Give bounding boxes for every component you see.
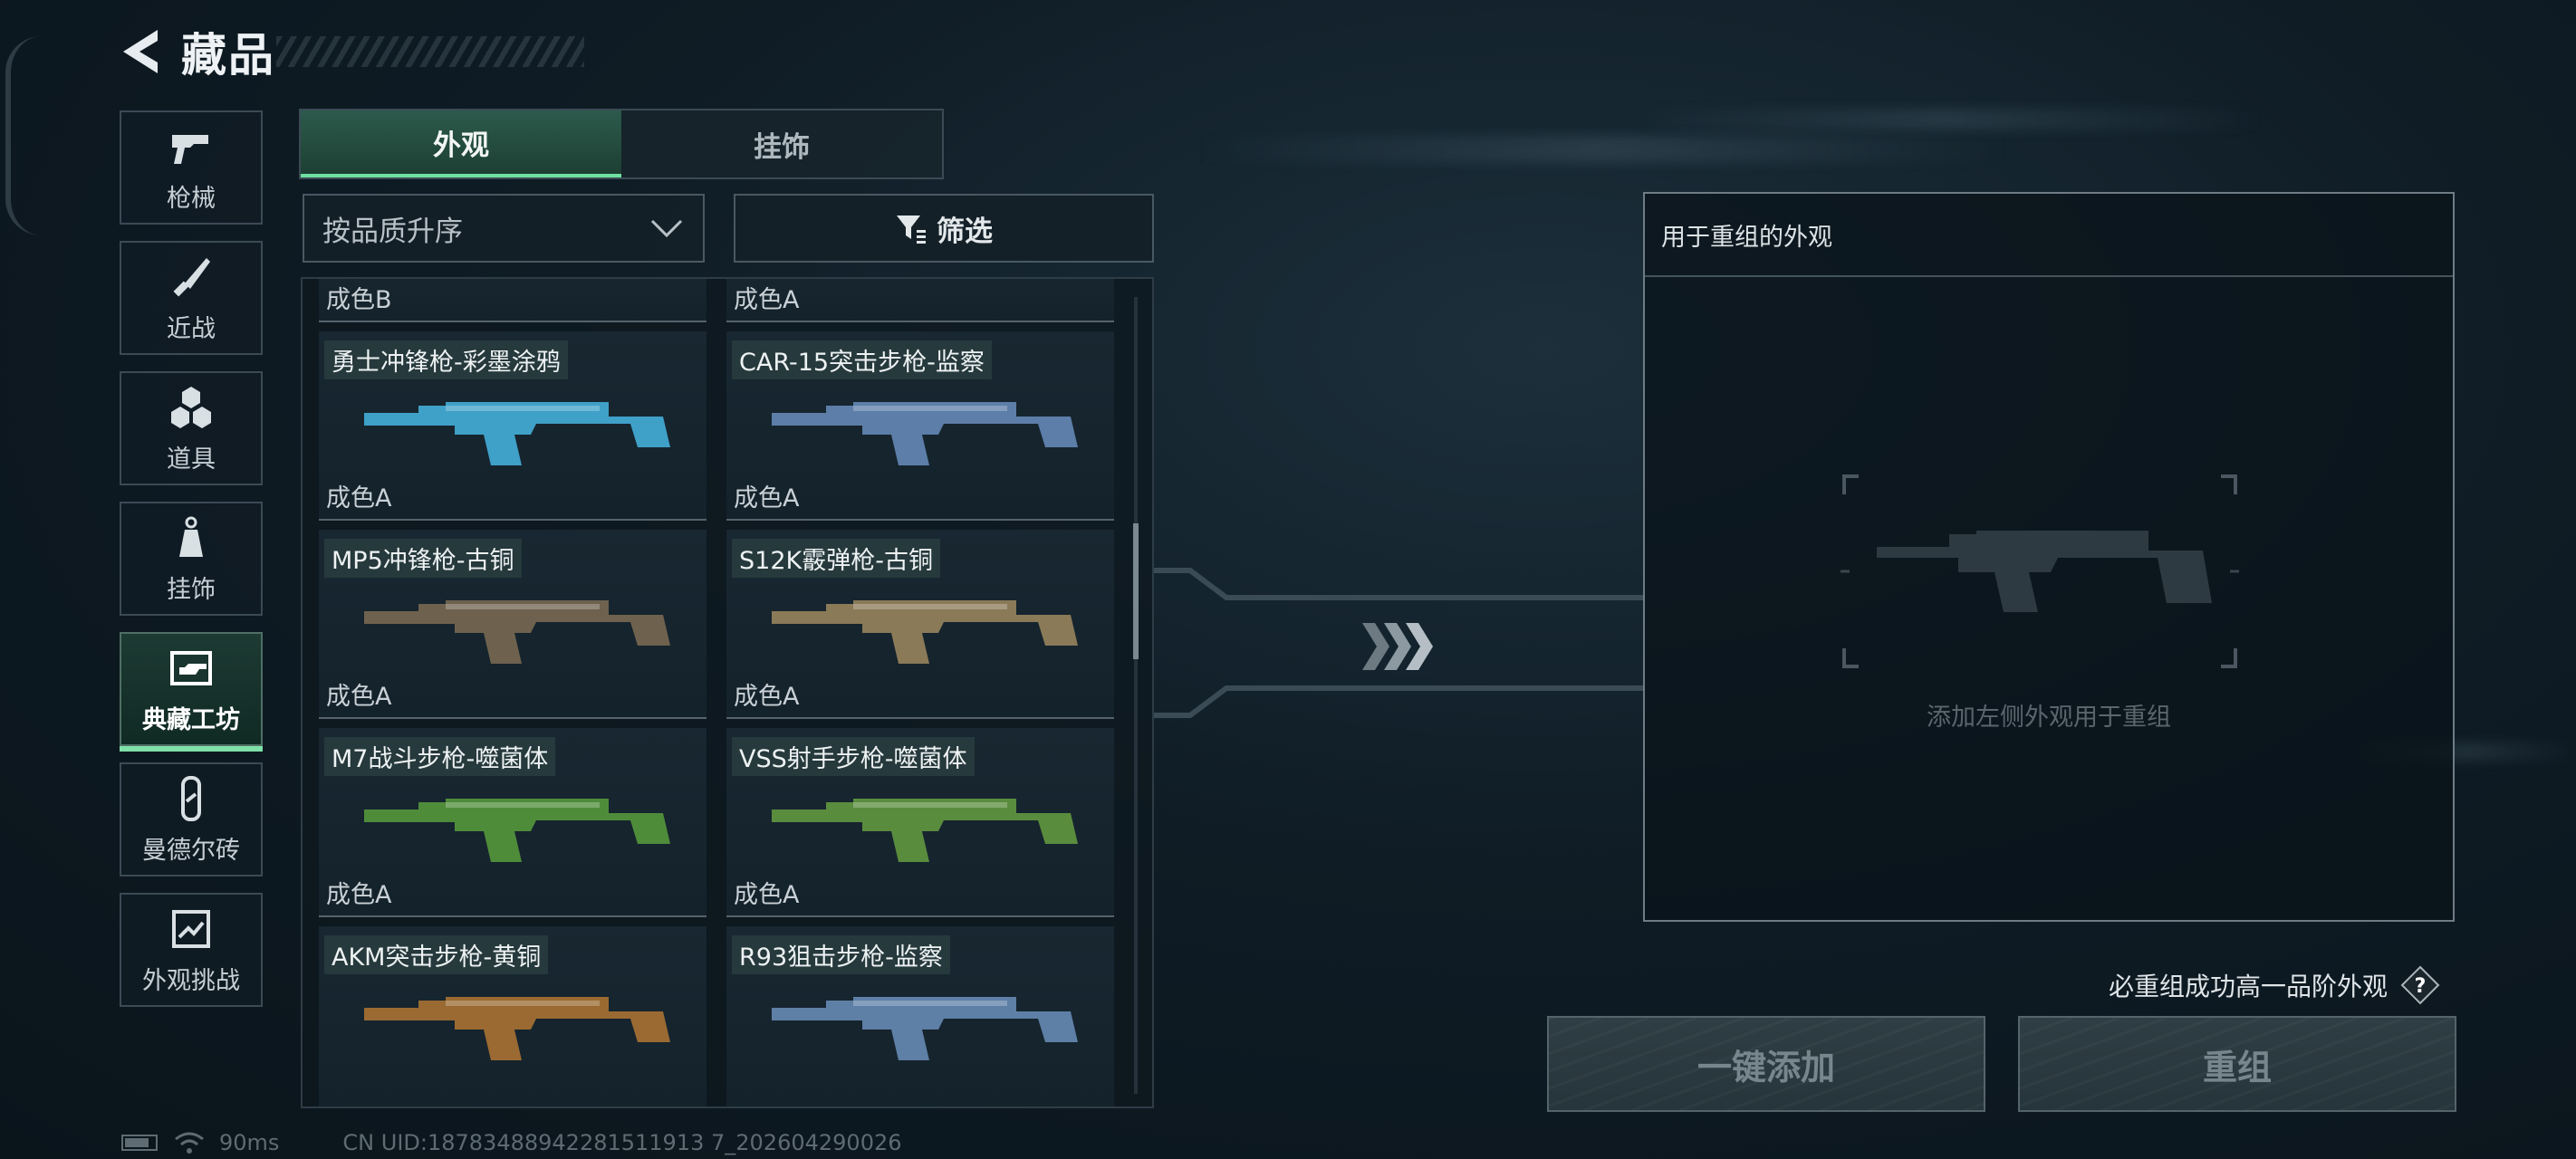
recombine-panel: 用于重组的外观 添加左侧外观用于重组 [1643, 192, 2455, 922]
sidebar-item-label: 典藏工坊 [142, 705, 240, 734]
sidebar-item-guns[interactable]: 枪械 [120, 110, 263, 225]
skin-grade: 成色A [734, 683, 800, 711]
sidebar-item-label: 曼德尔砖 [142, 836, 240, 865]
tab-bar: 外观 挂饰 [299, 109, 944, 179]
skin-card[interactable]: 成色B [319, 279, 706, 322]
background-streak [1196, 136, 2011, 163]
add-all-label: 一键添加 [1697, 1047, 1835, 1087]
skin-card[interactable]: 成色A [726, 279, 1114, 322]
empty-slot-rifle-icon[interactable] [1841, 467, 2239, 675]
sort-label: 按品质升序 [322, 215, 463, 248]
background-streak [1630, 109, 2264, 130]
back-arrow-icon[interactable] [118, 26, 161, 77]
sidebar-item-label: 枪械 [167, 184, 216, 213]
skin-card[interactable]: S12K霰弹枪-古铜 成色A [726, 530, 1114, 719]
scrollbar-thumb[interactable] [1133, 523, 1139, 659]
sidebar-item-items[interactable]: 道具 [120, 371, 263, 485]
weapon-skin-image [772, 402, 1078, 465]
arrow-right-chevrons-icon [1362, 623, 1433, 670]
sidebar-item-label: 外观挑战 [142, 966, 240, 995]
sidebar: 枪械 近战 道具 挂饰 典藏工坊 曼德尔砖 外观挑战 [120, 110, 266, 1023]
weapon-skin-image [364, 402, 670, 465]
sidebar-item-melee[interactable]: 近战 [120, 241, 263, 355]
add-all-button[interactable]: 一键添加 [1547, 1016, 1985, 1112]
sidebar-item-workshop[interactable]: 典藏工坊 [120, 632, 263, 752]
chevron-down-icon [650, 219, 683, 238]
skin-card[interactable]: R93狙击步枪-监察 [726, 926, 1114, 1106]
title-decoration [276, 36, 584, 67]
skin-grade: 成色A [326, 683, 392, 711]
sidebar-item-label: 挂饰 [167, 575, 216, 604]
skin-card[interactable]: CAR-15突击步枪-监察 成色A [726, 331, 1114, 521]
sidebar-item-label: 道具 [167, 445, 216, 474]
sidebar-item-charms[interactable]: 挂饰 [120, 502, 263, 616]
skin-grade: 成色B [326, 286, 392, 314]
charm-icon [179, 516, 203, 557]
weapon-skin-image [772, 600, 1078, 664]
ping-readout: 90ms [219, 1130, 280, 1155]
skin-card[interactable]: AKM突击步枪-黄铜 [319, 926, 706, 1106]
battery-icon [121, 1135, 158, 1151]
guarantee-text: 必重组成功高一品阶外观 [2109, 972, 2389, 1001]
wifi-icon [175, 1132, 204, 1154]
skin-card[interactable]: VSS射手步枪-噬菌体 成色A [726, 728, 1114, 917]
sidebar-item-label: 近战 [167, 314, 216, 343]
sidebar-item-brick[interactable]: 曼德尔砖 [120, 762, 263, 876]
weapon-skin-image [772, 799, 1078, 862]
status-bar: 90ms CN UID:18783488942281511913 7_20260… [121, 1130, 902, 1155]
page-title: 藏品 [181, 29, 275, 81]
recombine-title: 用于重组的外观 [1645, 194, 2453, 277]
recombine-hint: 添加左侧外观用于重组 [1927, 704, 2171, 732]
recombine-button[interactable]: 重组 [2018, 1016, 2456, 1112]
sidebar-item-challenge[interactable]: 外观挑战 [120, 893, 263, 1007]
guarantee-note: 必重组成功高一品阶外观 ? [2109, 965, 2440, 1005]
tab-charms[interactable]: 挂饰 [621, 110, 942, 177]
filter-button[interactable]: 筛选 [734, 194, 1154, 263]
skin-grid: 成色B 成色A 勇士冲锋枪-彩墨涂鸦 成色A CAR-15突击步枪-监察 成色A MP5冲锋… [319, 279, 1116, 1106]
scrollbar-track[interactable] [1134, 297, 1138, 1094]
weapon-skin-image [364, 799, 670, 862]
sort-dropdown[interactable]: 按品质升序 [303, 194, 705, 263]
help-icon[interactable]: ? [2400, 965, 2440, 1005]
tab-appearance[interactable]: 外观 [301, 110, 621, 177]
background-arc [5, 36, 47, 235]
workshop-icon [170, 650, 212, 685]
skin-grid-panel: 成色B 成色A 勇士冲锋枪-彩墨涂鸦 成色A CAR-15突击步枪-监察 成色A MP5冲锋… [301, 277, 1154, 1108]
skin-grade: 成色A [326, 881, 392, 909]
grenade-cluster-icon [171, 386, 211, 428]
recombine-label: 重组 [2202, 1047, 2272, 1087]
skin-grade: 成色A [734, 286, 800, 314]
uid-readout: CN UID:18783488942281511913 7_2026042900… [342, 1130, 902, 1155]
skin-grade: 成色A [734, 881, 800, 909]
skin-card[interactable]: 勇士冲锋枪-彩墨涂鸦 成色A [319, 331, 706, 521]
skin-grade: 成色A [734, 484, 800, 512]
weapon-skin-image [364, 997, 670, 1060]
pistol-icon [172, 134, 208, 164]
filter-icon [897, 216, 926, 244]
header: 藏品 [118, 20, 275, 83]
skin-card[interactable]: M7战斗步枪-噬菌体 成色A [319, 728, 706, 917]
skin-card[interactable]: MP5冲锋枪-古铜 成色A [319, 530, 706, 719]
filter-label: 筛选 [937, 215, 993, 248]
weapon-skin-image [364, 600, 670, 664]
svg-text:?: ? [2415, 975, 2427, 998]
weapon-skin-image [772, 997, 1078, 1060]
knife-icon [173, 257, 210, 296]
brick-icon [181, 775, 201, 821]
skin-grade: 成色A [326, 484, 392, 512]
challenge-icon [172, 909, 210, 948]
